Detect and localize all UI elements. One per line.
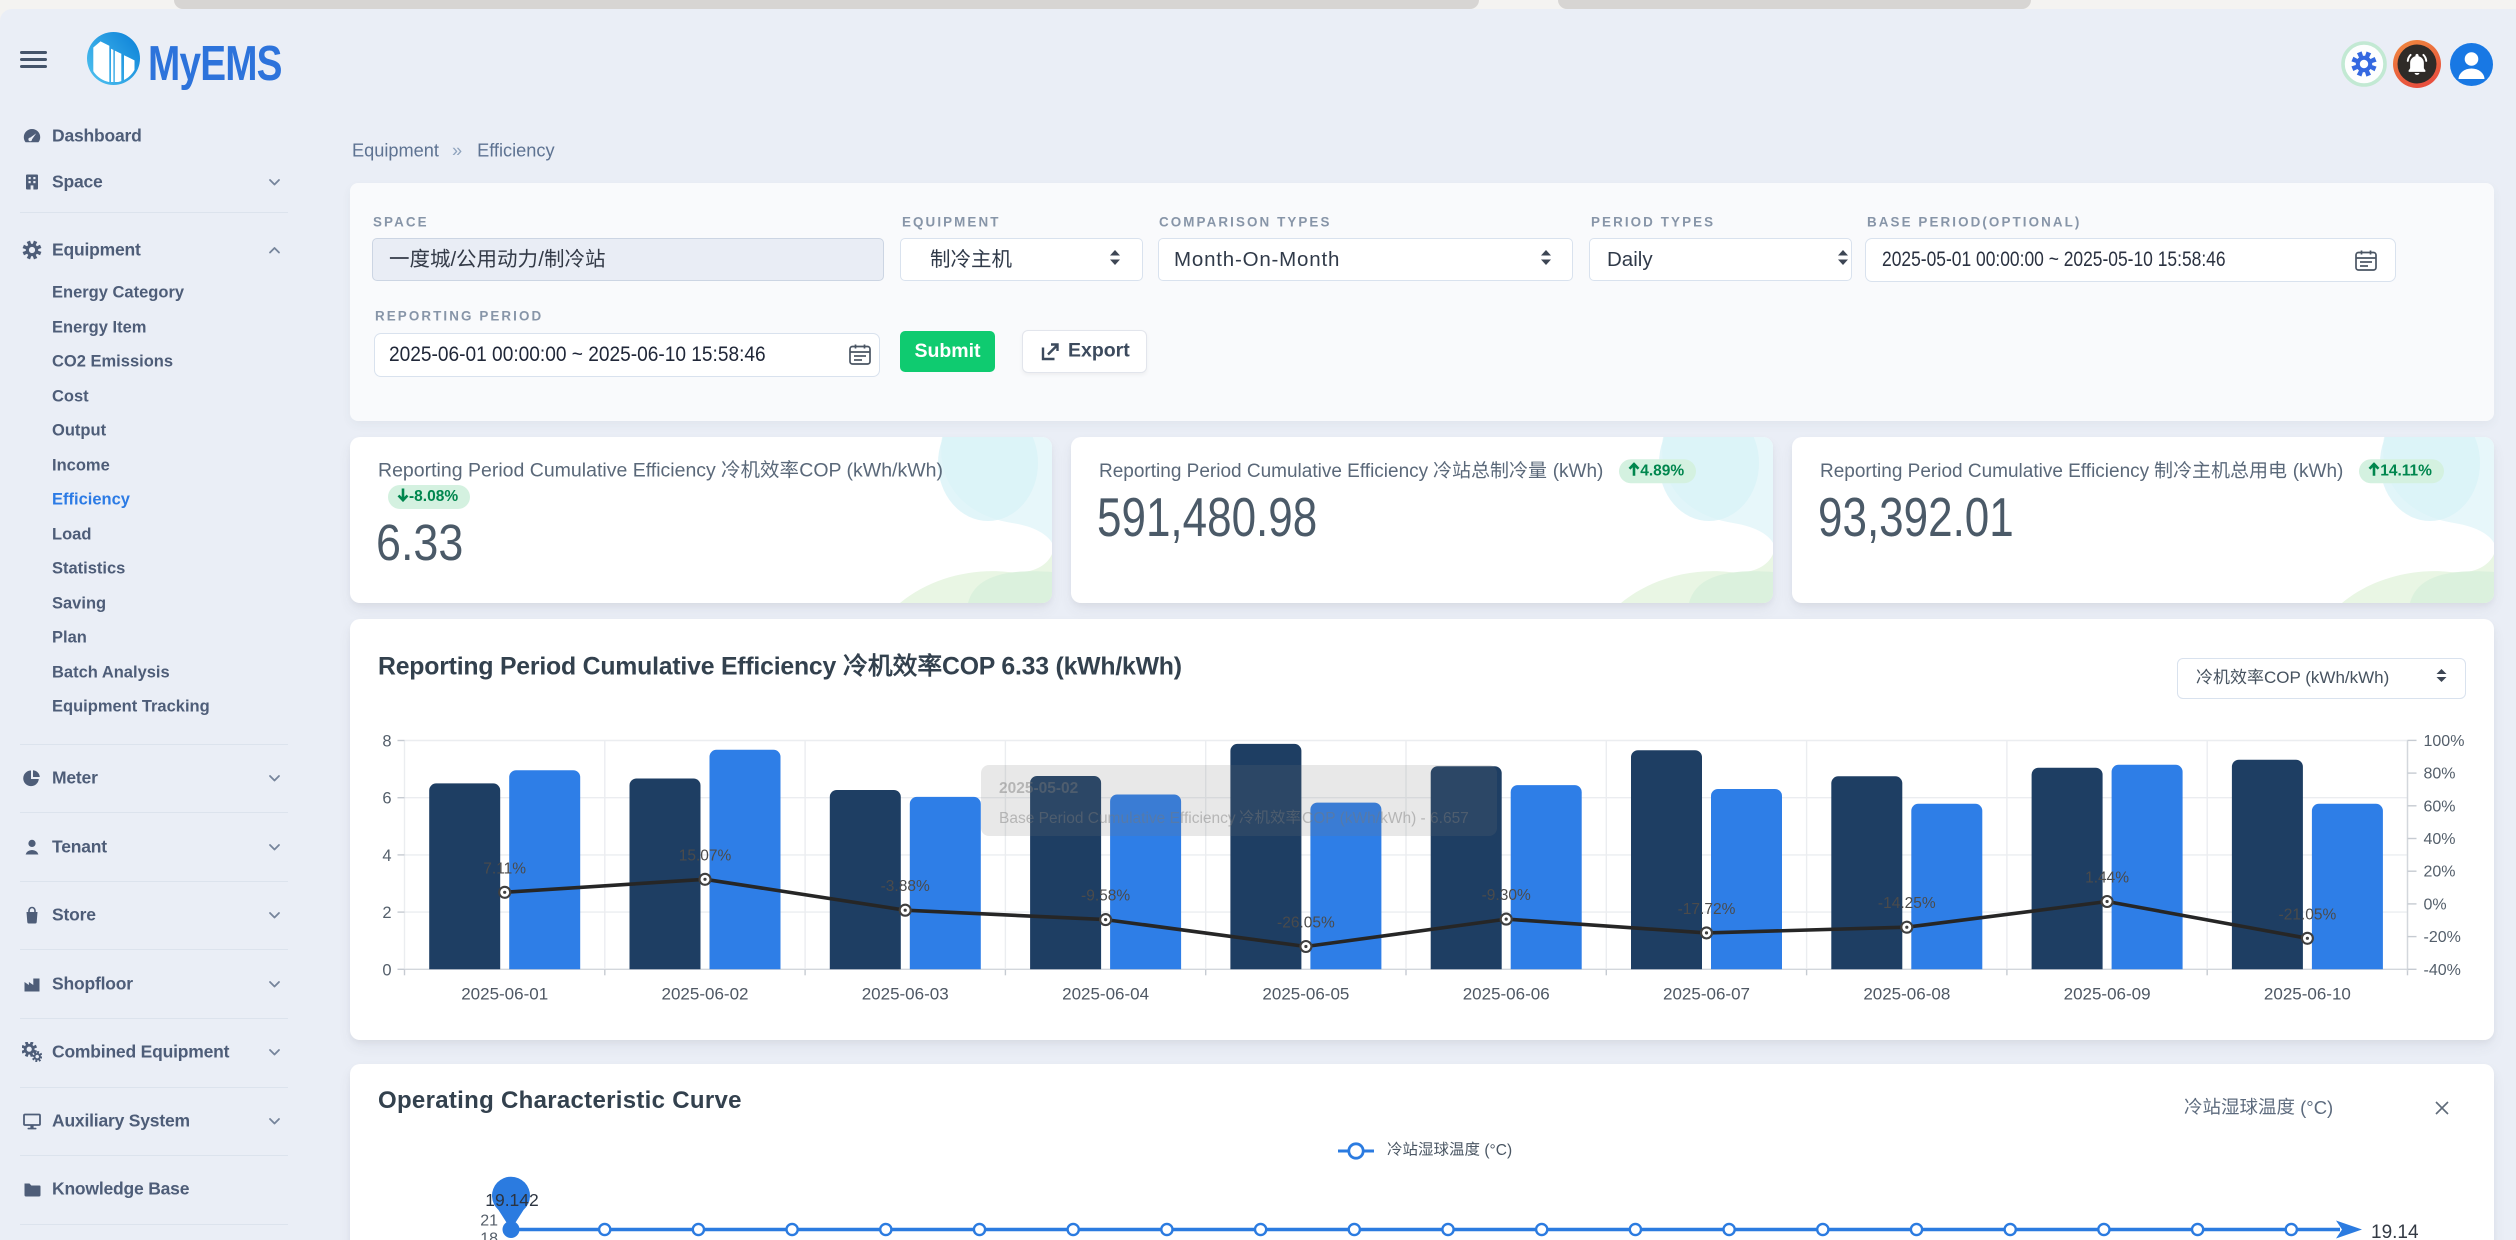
svg-text:2025-06-03: 2025-06-03: [862, 985, 949, 1004]
svg-text:6: 6: [382, 790, 391, 808]
svg-text:2025-06-10: 2025-06-10: [2264, 985, 2351, 1004]
svg-text:2025-06-08: 2025-06-08: [1863, 985, 1950, 1004]
svg-text:-17.72%: -17.72%: [1678, 901, 1736, 918]
svg-text:-20%: -20%: [2424, 929, 2461, 946]
svg-text:4: 4: [382, 847, 391, 865]
svg-text:2025-05-02: 2025-05-02: [999, 780, 1078, 797]
svg-text:20%: 20%: [2424, 864, 2456, 881]
svg-text:2025-06-04: 2025-06-04: [1062, 985, 1149, 1004]
svg-text:19.142: 19.142: [485, 1190, 539, 1210]
svg-text:21: 21: [480, 1213, 498, 1230]
svg-text:40%: 40%: [2424, 831, 2456, 848]
svg-text:Base Period Cumulative Efficie: Base Period Cumulative Efficiency: [999, 810, 1236, 827]
svg-text:2025-06-07: 2025-06-07: [1663, 985, 1750, 1004]
svg-text:-26.05%: -26.05%: [1277, 915, 1335, 932]
svg-text:-9.30%: -9.30%: [1482, 887, 1531, 904]
svg-text:15.07%: 15.07%: [679, 847, 732, 864]
svg-text:1.44%: 1.44%: [2085, 870, 2129, 887]
svg-text:18: 18: [480, 1231, 498, 1240]
svg-text:-9.58%: -9.58%: [1081, 888, 1130, 905]
svg-text:0: 0: [382, 961, 391, 979]
svg-text:2025-06-05: 2025-06-05: [1262, 985, 1349, 1004]
svg-text:0%: 0%: [2424, 896, 2447, 913]
svg-text:-3.88%: -3.88%: [881, 878, 930, 895]
svg-text:7.11%: 7.11%: [483, 860, 526, 877]
svg-text:2025-06-02: 2025-06-02: [662, 985, 749, 1004]
svg-text:2025-06-06: 2025-06-06: [1463, 985, 1550, 1004]
svg-text:60%: 60%: [2424, 798, 2456, 815]
svg-text:-40%: -40%: [2424, 962, 2461, 979]
svg-text:-14.25%: -14.25%: [1878, 895, 1936, 912]
svg-text:8: 8: [382, 733, 391, 751]
svg-text:80%: 80%: [2424, 766, 2456, 783]
svg-text:2: 2: [382, 904, 391, 922]
svg-text:19.14: 19.14: [2371, 1222, 2419, 1240]
svg-text:-21.05%: -21.05%: [2279, 906, 2337, 923]
svg-text:2025-06-01: 2025-06-01: [461, 985, 548, 1004]
svg-text:COP (kWh/kWh) - 6.657: COP (kWh/kWh) - 6.657: [1302, 810, 1469, 827]
svg-text:100%: 100%: [2424, 733, 2465, 750]
svg-text:2025-06-09: 2025-06-09: [2064, 985, 2151, 1004]
